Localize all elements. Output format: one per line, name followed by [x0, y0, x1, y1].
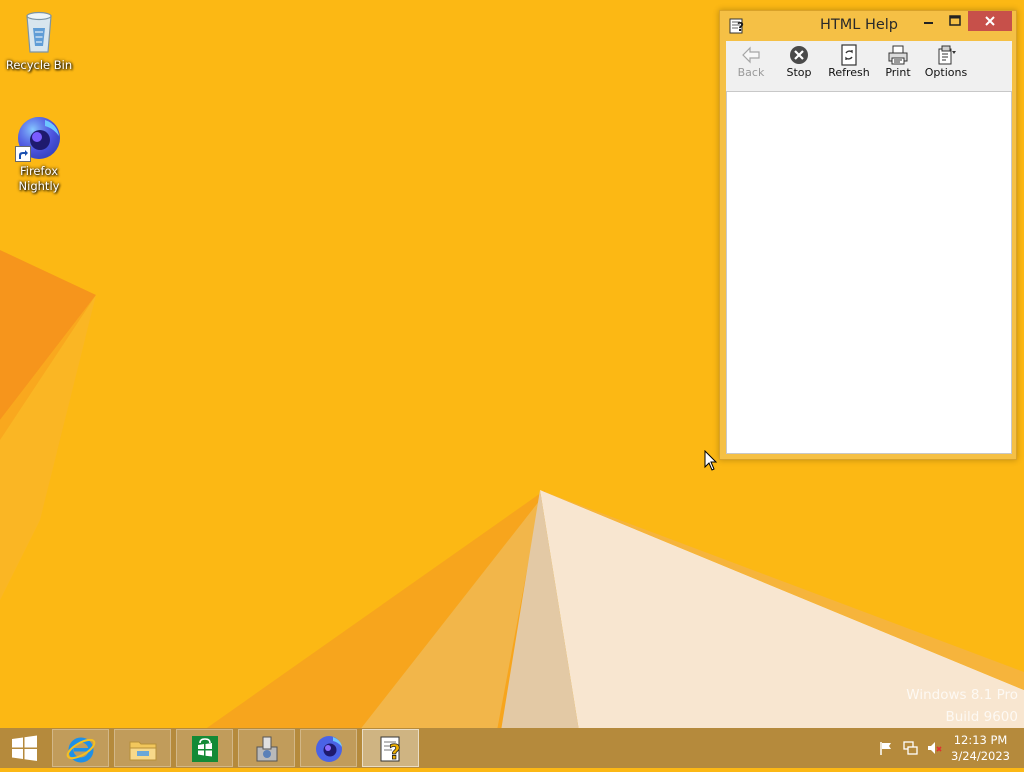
- refresh-icon: [837, 44, 861, 66]
- store-icon: [192, 736, 218, 762]
- clock-date: 3/24/2023: [951, 749, 1010, 763]
- svg-text:?: ?: [389, 740, 401, 764]
- options-icon: [934, 44, 958, 66]
- refresh-label: Refresh: [828, 66, 870, 79]
- windows-watermark: Windows 8.1 Pro Build 9600: [906, 684, 1018, 728]
- clock-time: 12:13 PM: [953, 733, 1008, 747]
- options-label: Options: [924, 66, 968, 79]
- back-arrow-icon: [739, 44, 763, 66]
- start-button[interactable]: [0, 728, 48, 768]
- watermark-build: Build 9600: [945, 709, 1018, 725]
- desktop-icon-label: Recycle Bin: [5, 58, 73, 72]
- internet-explorer-icon: [66, 737, 96, 763]
- firefox-nightly-icon: [316, 736, 342, 762]
- volume-muted-icon[interactable]: [926, 740, 942, 756]
- firefox-nightly-icon: [15, 114, 63, 162]
- network-icon[interactable]: [902, 740, 918, 756]
- installer-icon: [256, 736, 278, 762]
- mouse-cursor-icon: [704, 450, 718, 471]
- recycle-bin-icon: [15, 8, 63, 56]
- svg-text:?: ?: [737, 20, 744, 34]
- desktop-icon-recycle-bin[interactable]: Recycle Bin: [1, 8, 77, 73]
- help-content-pane[interactable]: [726, 91, 1012, 454]
- windows-logo-icon: [12, 735, 37, 761]
- desktop-icon-firefox-nightly[interactable]: Firefox Nightly: [1, 114, 77, 194]
- taskbar-html-help[interactable]: ?: [362, 729, 419, 767]
- print-label: Print: [885, 66, 911, 79]
- title-bar[interactable]: ? HTML Help: [720, 11, 1016, 41]
- options-button[interactable]: Options: [921, 41, 971, 91]
- system-tray: 12:13 PM 3/24/2023: [864, 728, 1024, 768]
- help-book-icon: ?: [728, 17, 746, 35]
- stop-button[interactable]: Stop: [774, 41, 824, 91]
- clock[interactable]: 12:13 PM 3/24/2023: [951, 732, 1010, 764]
- file-explorer-icon: [129, 741, 157, 761]
- taskbar-internet-explorer[interactable]: [52, 729, 109, 767]
- minimize-button[interactable]: [916, 11, 942, 31]
- window-title: HTML Help: [820, 17, 899, 33]
- help-book-icon: ?: [380, 736, 401, 764]
- taskbar-file-explorer[interactable]: [114, 729, 171, 767]
- printer-icon: [886, 44, 910, 66]
- back-label: Back: [737, 66, 765, 79]
- close-button[interactable]: [968, 11, 1012, 31]
- stop-icon: [787, 44, 811, 66]
- help-toolbar: Back Stop Refresh Print Options: [726, 41, 1012, 91]
- stop-label: Stop: [786, 66, 812, 79]
- maximize-button[interactable]: [942, 11, 968, 31]
- html-help-window[interactable]: ? HTML Help Back Stop Refresh Print Opti…: [719, 10, 1017, 460]
- taskbar-store[interactable]: [176, 729, 233, 767]
- taskbar: ? 12:13 PM 3/24/2023: [0, 728, 1024, 768]
- print-button[interactable]: Print: [873, 41, 923, 91]
- back-button[interactable]: Back: [726, 41, 776, 91]
- action-center-flag-icon[interactable]: [878, 740, 894, 756]
- taskbar-installer[interactable]: [238, 729, 295, 767]
- desktop-icon-label: Firefox Nightly: [18, 164, 60, 193]
- shortcut-arrow-icon: [15, 146, 31, 162]
- watermark-edition: Windows 8.1 Pro: [906, 687, 1018, 703]
- taskbar-firefox-nightly[interactable]: [300, 729, 357, 767]
- refresh-button[interactable]: Refresh: [824, 41, 874, 91]
